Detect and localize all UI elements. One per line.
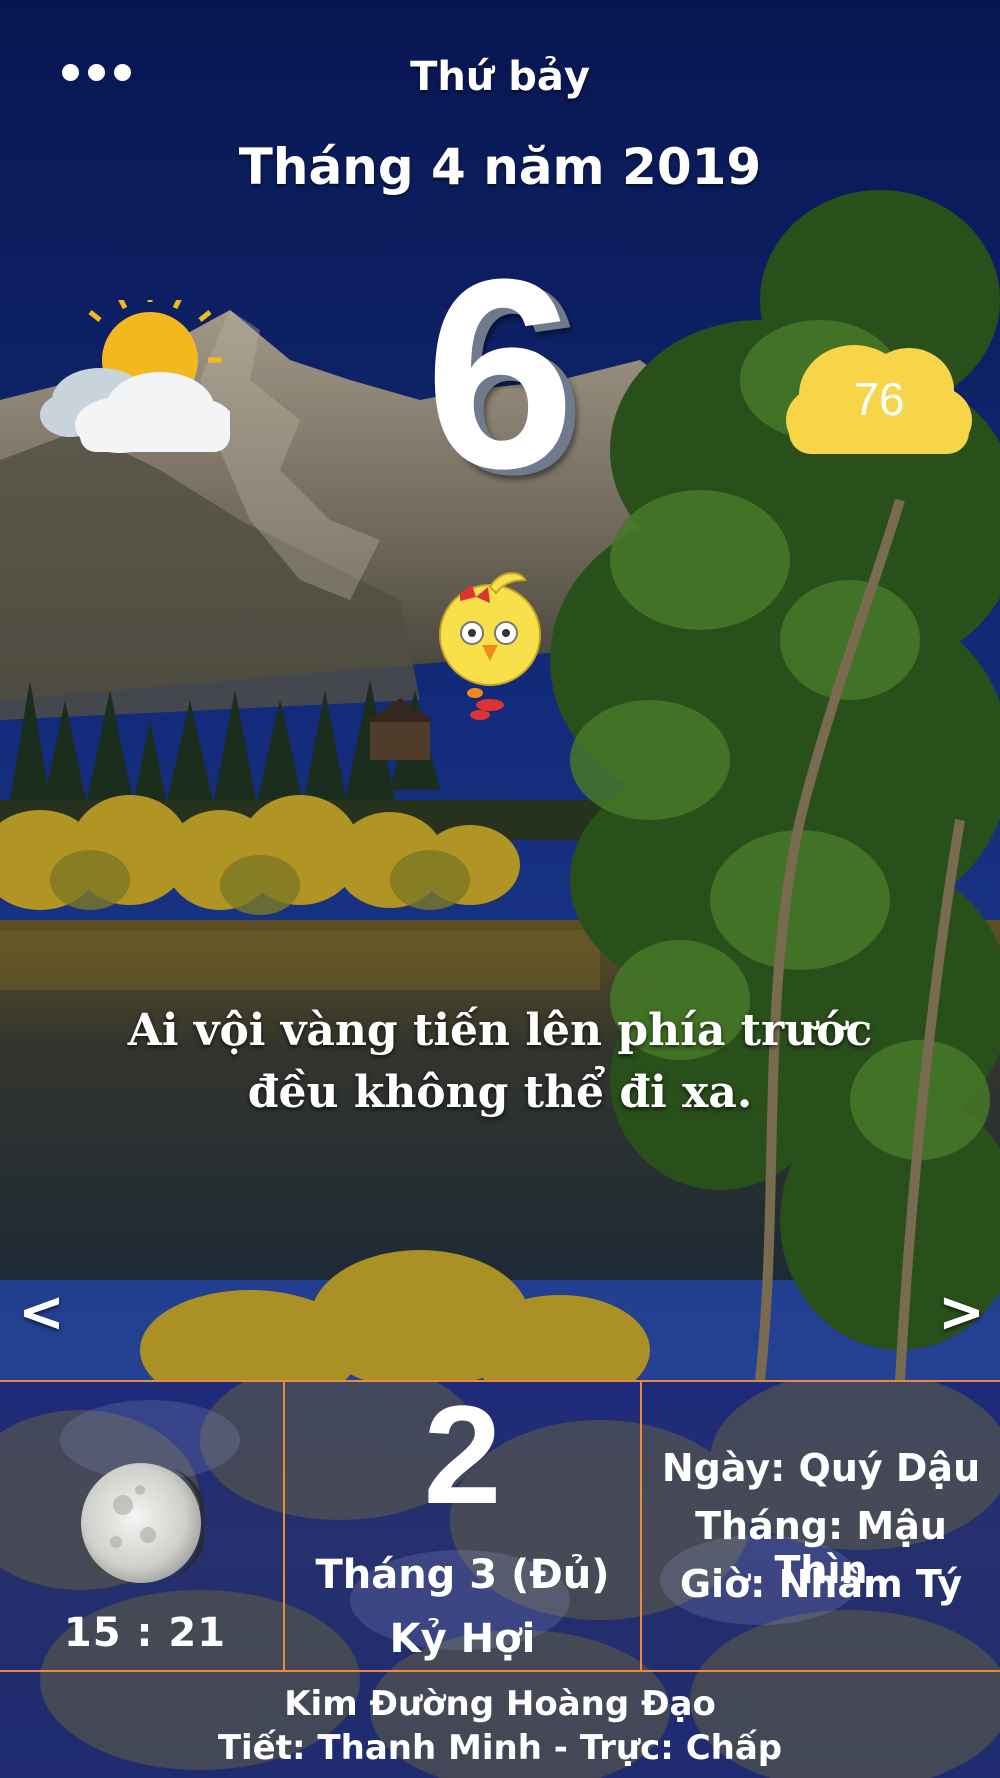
daily-quote: Ai vội vàng tiến lên phía trước đều khôn… (60, 1000, 940, 1124)
next-day-button[interactable]: > (938, 1280, 985, 1345)
chick-mascot[interactable] (430, 565, 550, 725)
lunar-day-number: 2 (423, 1376, 502, 1533)
lunar-month-label: Tháng 3 (Đủ) (315, 1552, 610, 1598)
previous-day-button[interactable]: < (18, 1280, 65, 1345)
quote-line-1: Ai vội vàng tiến lên phía trước (127, 1005, 873, 1056)
hoang-dao-label: Kim Đường Hoàng Đạo (284, 1684, 716, 1724)
moon-time: 15 : 21 (63, 1610, 227, 1656)
moon-phase-icon (78, 1460, 210, 1586)
panel-bottom-divider (0, 1670, 1000, 1672)
weekday-label: Thứ bảy (410, 54, 590, 100)
lunar-year-label: Kỷ Hợi (389, 1616, 536, 1662)
can-chi-hour: Giờ: Nhâm Tý (679, 1562, 963, 1606)
month-year-label[interactable]: Tháng 4 năm 2019 (0, 138, 1000, 196)
tiet-truc-label: Tiết: Thanh Minh - Trực: Chấp (217, 1728, 783, 1768)
quote-line-2: đều không thể đi xa. (247, 1067, 753, 1118)
can-chi-day: Ngày: Quý Dậu (661, 1446, 981, 1490)
aqi-value[interactable]: 76 (784, 372, 974, 426)
